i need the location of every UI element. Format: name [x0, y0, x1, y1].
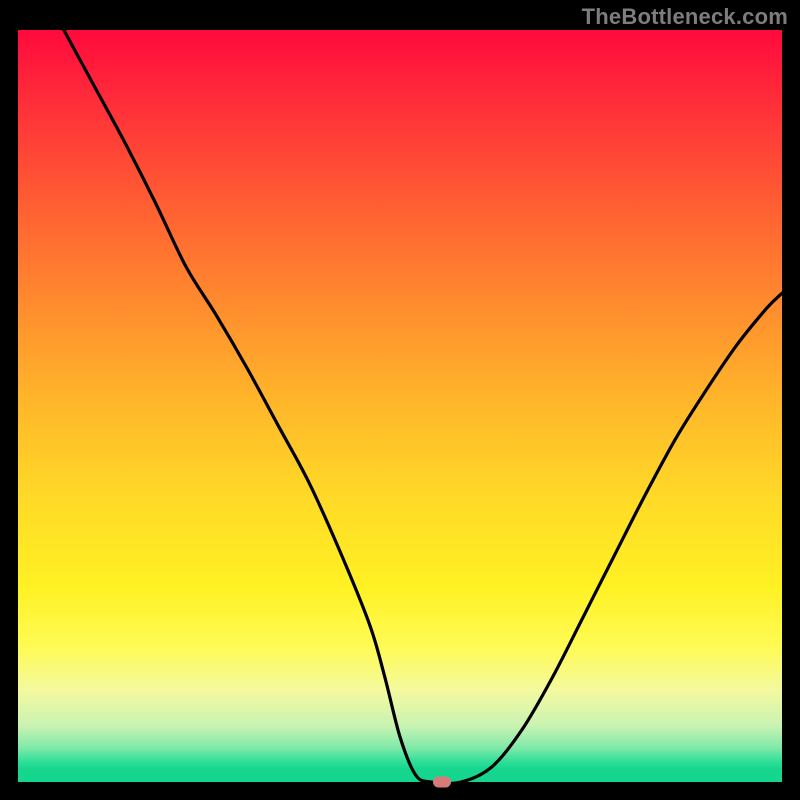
- plot-area: [18, 30, 782, 782]
- curve-svg: [18, 30, 782, 782]
- chart-container: TheBottleneck.com: [0, 0, 800, 800]
- watermark-text: TheBottleneck.com: [582, 4, 788, 30]
- optimal-point-marker: [433, 777, 451, 788]
- bottleneck-curve: [64, 30, 782, 782]
